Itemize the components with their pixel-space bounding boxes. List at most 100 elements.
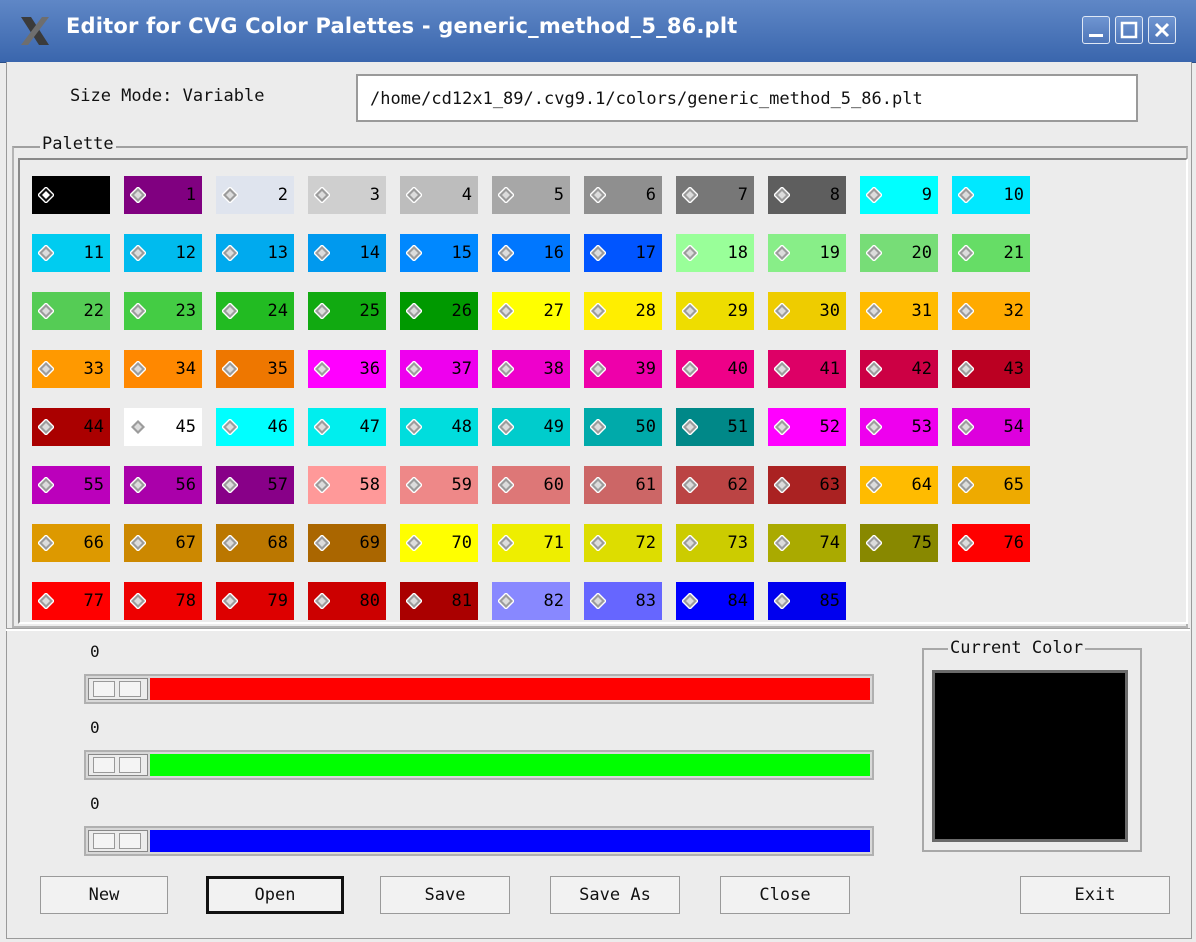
swatch-radio-icon[interactable] — [406, 361, 422, 377]
palette-swatch[interactable]: 26 — [400, 292, 478, 330]
blue-slider[interactable] — [84, 826, 874, 856]
swatch-radio-icon[interactable] — [682, 303, 698, 319]
palette-swatch[interactable]: 59 — [400, 466, 478, 504]
palette-swatch[interactable]: 8 — [768, 176, 846, 214]
palette-swatch[interactable]: 72 — [584, 524, 662, 562]
palette-swatch[interactable]: 63 — [768, 466, 846, 504]
palette-swatch[interactable]: 27 — [492, 292, 570, 330]
palette-swatch[interactable]: 57 — [216, 466, 294, 504]
swatch-radio-icon[interactable] — [498, 419, 514, 435]
palette-swatch[interactable]: 18 — [676, 234, 754, 272]
swatch-radio-icon[interactable] — [590, 245, 606, 261]
palette-swatch[interactable]: 83 — [584, 582, 662, 620]
swatch-radio-icon[interactable] — [774, 419, 790, 435]
palette-swatch[interactable]: 44 — [32, 408, 110, 446]
palette-swatch[interactable]: 6 — [584, 176, 662, 214]
swatch-radio-icon[interactable] — [498, 245, 514, 261]
palette-swatch[interactable]: 47 — [308, 408, 386, 446]
palette-swatch[interactable]: 30 — [768, 292, 846, 330]
palette-swatch[interactable]: 77 — [32, 582, 110, 620]
palette-swatch[interactable]: 69 — [308, 524, 386, 562]
palette-swatch[interactable]: 80 — [308, 582, 386, 620]
palette-swatch[interactable]: 3 — [308, 176, 386, 214]
palette-swatch[interactable]: 39 — [584, 350, 662, 388]
swatch-radio-icon[interactable] — [406, 187, 422, 203]
swatch-radio-icon[interactable] — [314, 535, 330, 551]
swatch-radio-icon[interactable] — [866, 245, 882, 261]
swatch-radio-icon[interactable] — [774, 477, 790, 493]
maximize-icon[interactable] — [1115, 16, 1143, 44]
swatch-radio-icon[interactable] — [314, 245, 330, 261]
palette-swatch[interactable]: 65 — [952, 466, 1030, 504]
swatch-radio-icon[interactable] — [38, 535, 54, 551]
palette-swatch[interactable]: 13 — [216, 234, 294, 272]
swatch-radio-icon[interactable] — [222, 245, 238, 261]
palette-swatch[interactable] — [32, 176, 110, 214]
swatch-radio-icon[interactable] — [38, 187, 54, 203]
new-button[interactable]: New — [40, 876, 168, 914]
palette-swatch[interactable]: 11 — [32, 234, 110, 272]
close-button[interactable]: Close — [720, 876, 850, 914]
swatch-radio-icon[interactable] — [222, 477, 238, 493]
palette-swatch[interactable]: 58 — [308, 466, 386, 504]
swatch-radio-icon[interactable] — [38, 361, 54, 377]
palette-swatch[interactable]: 31 — [860, 292, 938, 330]
palette-swatch[interactable]: 29 — [676, 292, 754, 330]
palette-swatch[interactable]: 36 — [308, 350, 386, 388]
palette-swatch[interactable]: 24 — [216, 292, 294, 330]
palette-swatch[interactable]: 76 — [952, 524, 1030, 562]
swatch-radio-icon[interactable] — [682, 187, 698, 203]
palette-swatch[interactable]: 7 — [676, 176, 754, 214]
swatch-radio-icon[interactable] — [130, 361, 146, 377]
swatch-radio-icon[interactable] — [958, 477, 974, 493]
swatch-radio-icon[interactable] — [866, 361, 882, 377]
title-bar[interactable]: Editor for CVG Color Palettes - generic_… — [0, 0, 1196, 63]
open-button[interactable]: Open — [206, 876, 344, 914]
swatch-radio-icon[interactable] — [406, 593, 422, 609]
swatch-radio-icon[interactable] — [958, 361, 974, 377]
swatch-radio-icon[interactable] — [498, 303, 514, 319]
blue-slider-thumb[interactable] — [88, 830, 148, 852]
exit-button[interactable]: Exit — [1020, 876, 1170, 914]
swatch-radio-icon[interactable] — [590, 477, 606, 493]
palette-swatch[interactable]: 56 — [124, 466, 202, 504]
swatch-radio-icon[interactable] — [682, 593, 698, 609]
palette-swatch[interactable]: 70 — [400, 524, 478, 562]
palette-swatch[interactable]: 55 — [32, 466, 110, 504]
palette-path-field[interactable]: /home/cd12x1_89/.cvg9.1/colors/generic_m… — [356, 74, 1138, 122]
palette-swatch[interactable]: 49 — [492, 408, 570, 446]
swatch-radio-icon[interactable] — [590, 187, 606, 203]
swatch-radio-icon[interactable] — [314, 593, 330, 609]
minimize-icon[interactable] — [1082, 16, 1110, 44]
swatch-radio-icon[interactable] — [958, 303, 974, 319]
green-slider[interactable] — [84, 750, 874, 780]
palette-swatch[interactable]: 61 — [584, 466, 662, 504]
palette-swatch[interactable]: 2 — [216, 176, 294, 214]
swatch-radio-icon[interactable] — [958, 419, 974, 435]
palette-swatch[interactable]: 84 — [676, 582, 754, 620]
swatch-radio-icon[interactable] — [866, 303, 882, 319]
swatch-radio-icon[interactable] — [406, 477, 422, 493]
palette-swatch[interactable]: 73 — [676, 524, 754, 562]
swatch-radio-icon[interactable] — [774, 303, 790, 319]
swatch-radio-icon[interactable] — [38, 419, 54, 435]
swatch-radio-icon[interactable] — [682, 535, 698, 551]
swatch-radio-icon[interactable] — [958, 535, 974, 551]
swatch-radio-icon[interactable] — [866, 187, 882, 203]
palette-swatch[interactable]: 60 — [492, 466, 570, 504]
swatch-radio-icon[interactable] — [682, 477, 698, 493]
palette-swatch[interactable]: 79 — [216, 582, 294, 620]
swatch-radio-icon[interactable] — [590, 535, 606, 551]
swatch-radio-icon[interactable] — [130, 187, 146, 203]
palette-swatch[interactable]: 53 — [860, 408, 938, 446]
swatch-radio-icon[interactable] — [130, 593, 146, 609]
swatch-radio-icon[interactable] — [498, 593, 514, 609]
palette-swatch[interactable]: 9 — [860, 176, 938, 214]
swatch-radio-icon[interactable] — [222, 593, 238, 609]
palette-swatch[interactable]: 15 — [400, 234, 478, 272]
palette-swatch[interactable]: 20 — [860, 234, 938, 272]
palette-swatch[interactable]: 1 — [124, 176, 202, 214]
swatch-radio-icon[interactable] — [314, 361, 330, 377]
swatch-radio-icon[interactable] — [958, 245, 974, 261]
close-icon[interactable] — [1148, 16, 1176, 44]
